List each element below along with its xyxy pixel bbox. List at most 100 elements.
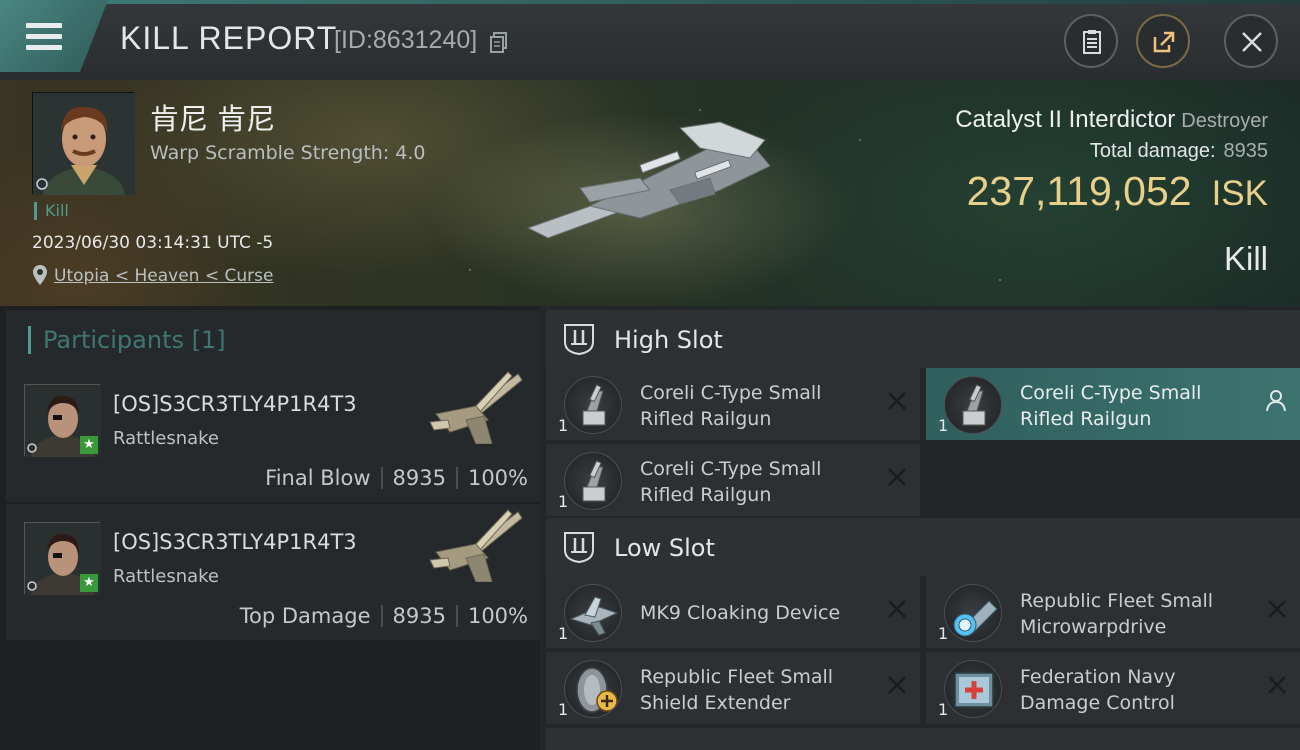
- clipboard-button[interactable]: [1064, 14, 1118, 68]
- destroyed-x-icon: [888, 468, 906, 486]
- ship-class: Destroyer: [1181, 110, 1268, 132]
- participant-ship: Rattlesnake: [113, 566, 220, 587]
- module-card[interactable]: 1 Republic Fleet Small Microwarpdrive: [926, 576, 1300, 648]
- header-bar: KILL REPORT [ID:8631240]: [0, 0, 1300, 80]
- module-card[interactable]: 1 Coreli C-Type Small Rifled Railgun: [546, 368, 920, 440]
- menu-icon: [26, 23, 62, 28]
- module-quantity: 1: [558, 416, 569, 435]
- clipboard-icon: [1083, 30, 1101, 54]
- module-name-line: Rifled Railgun: [1020, 408, 1152, 430]
- kill-timestamp: 2023/06/30 03:14:31 UTC -5: [32, 233, 274, 253]
- portrait-image: [33, 93, 135, 195]
- divider: [380, 605, 383, 627]
- participant-percent: 100%: [467, 604, 528, 628]
- module-name: Coreli C-Type Small Rifled Railgun: [1020, 380, 1260, 432]
- participant-ship: Rattlesnake: [113, 428, 220, 449]
- damage-control-icon-art: [954, 672, 994, 708]
- module-name: Federation Navy Damage Control: [1020, 664, 1260, 716]
- microwarpdrive-icon: [944, 584, 1002, 642]
- module-quantity: 1: [558, 624, 569, 643]
- ship-type: Catalyst II Interdictor: [955, 106, 1176, 133]
- module-quantity: 1: [938, 416, 949, 435]
- low-slot-icon: [564, 532, 594, 564]
- module-quantity: 1: [558, 492, 569, 511]
- menu-button[interactable]: [0, 0, 108, 72]
- microwarpdrive-icon-art: [953, 600, 998, 637]
- module-name: Republic Fleet Small Shield Extender: [640, 664, 880, 716]
- kill-report-screen: KILL REPORT [ID:8631240] 肯尼 肯尼 Warp Scra…: [0, 0, 1300, 750]
- location-link[interactable]: Utopia < Heaven < Curse: [54, 266, 273, 286]
- railgun-icon: [564, 452, 622, 510]
- share-button[interactable]: [1136, 14, 1190, 68]
- low-slot-title: Low Slot: [614, 534, 715, 562]
- high-slot-icon: [564, 324, 594, 356]
- low-slot-header: Low Slot: [546, 518, 1300, 576]
- divider: [455, 467, 458, 489]
- shield-extender-icon: [564, 660, 622, 718]
- kill-tag: Kill: [34, 202, 69, 220]
- total-damage: Total damage: 8935: [1090, 140, 1268, 163]
- location-pin-icon: [33, 265, 47, 285]
- module-quantity: 1: [938, 700, 949, 719]
- module-name: Republic Fleet Small Microwarpdrive: [1020, 588, 1260, 640]
- module-name-line: MK9 Cloaking Device: [640, 602, 841, 624]
- participant-row[interactable]: ★ [OS]S3CR3TLY4P1R4T3 Rattlesnake Top Da…: [6, 504, 540, 640]
- isk-unit: ISK: [1211, 174, 1268, 213]
- participant-damage: 8935: [392, 604, 446, 628]
- participant-damage: 8935: [392, 466, 446, 490]
- module-card-selected[interactable]: 1 Coreli C-Type Small Rifled Railgun: [926, 368, 1300, 440]
- participant-role: Top Damage: [239, 604, 371, 628]
- module-card[interactable]: 1 Federation Navy Damage Control: [926, 652, 1300, 724]
- module-name-line: Coreli C-Type Small: [1020, 382, 1202, 404]
- close-icon: [1242, 32, 1262, 52]
- dropped-user-icon: [1266, 390, 1286, 412]
- header-accent-line: [0, 0, 1300, 4]
- participant-stats: Top Damage 8935 100%: [240, 604, 528, 628]
- module-card[interactable]: 1 Coreli C-Type Small Rifled Railgun: [546, 444, 920, 516]
- participants-panel: Participants [1] ★ [OS]S3CR3TLY4P1R4T3 R…: [0, 306, 540, 750]
- railgun-icon-art: [962, 384, 986, 426]
- menu-icon-bar: [26, 34, 62, 39]
- module-quantity: 1: [938, 624, 949, 643]
- kill-result: Kill: [1223, 240, 1268, 277]
- module-name: Coreli C-Type Small Rifled Railgun: [640, 456, 880, 508]
- report-id: [ID:8631240]: [334, 26, 478, 54]
- module-name-line: Republic Fleet Small: [640, 666, 834, 688]
- participant-percent: 100%: [467, 466, 528, 490]
- railgun-icon: [944, 376, 1002, 434]
- module-card[interactable]: 1 Republic Fleet Small Shield Extender: [546, 652, 920, 724]
- destroyed-x-icon: [888, 600, 906, 618]
- module-name-line: Republic Fleet Small: [1020, 590, 1214, 612]
- destroyed-x-icon: [1268, 600, 1286, 618]
- module-name-line: Coreli C-Type Small: [640, 458, 822, 480]
- isk-value: 237,119,052 ISK: [967, 168, 1268, 215]
- module-name: MK9 Cloaking Device: [640, 600, 880, 626]
- module-name-line: Microwarpdrive: [1020, 616, 1167, 638]
- next-slot-header-partial: [546, 728, 1300, 750]
- close-button[interactable]: [1224, 14, 1278, 68]
- victim-name[interactable]: 肯尼 肯尼: [150, 96, 275, 138]
- shield-extender-icon-art: [576, 667, 618, 713]
- share-icon: [1153, 31, 1175, 53]
- warp-scramble-strength: Warp Scramble Strength: 4.0: [150, 142, 426, 164]
- destroyed-x-icon: [1268, 676, 1286, 694]
- victim-ship-name[interactable]: Catalyst II Interdictor Destroyer: [955, 106, 1268, 134]
- destroyed-x-icon: [888, 392, 906, 410]
- isk-amount: 237,119,052: [966, 168, 1192, 214]
- participant-stats: Final Blow 8935 100%: [265, 466, 528, 490]
- fitting-panel: High Slot 1 Coreli C-Type Small Rifled Ra…: [540, 306, 1300, 750]
- module-name-line: Shield Extender: [640, 692, 791, 714]
- total-damage-value: 8935: [1223, 140, 1269, 162]
- participant-row[interactable]: ★ [OS]S3CR3TLY4P1R4T3 Rattlesnake Final …: [6, 366, 540, 502]
- participant-role: Final Blow: [265, 466, 371, 490]
- divider: [380, 467, 383, 489]
- star-icon: ★: [80, 436, 98, 454]
- victim-ship-image[interactable]: [520, 118, 785, 248]
- victim-portrait[interactable]: [32, 92, 135, 195]
- high-slot-title: High Slot: [614, 326, 723, 354]
- participants-title: Participants [1]: [28, 326, 226, 354]
- module-card[interactable]: 1 MK9 Cloaking Device: [546, 576, 920, 648]
- participant-ship-image: [429, 509, 523, 582]
- copy-icon[interactable]: [490, 32, 508, 54]
- page-title: KILL REPORT: [120, 20, 338, 56]
